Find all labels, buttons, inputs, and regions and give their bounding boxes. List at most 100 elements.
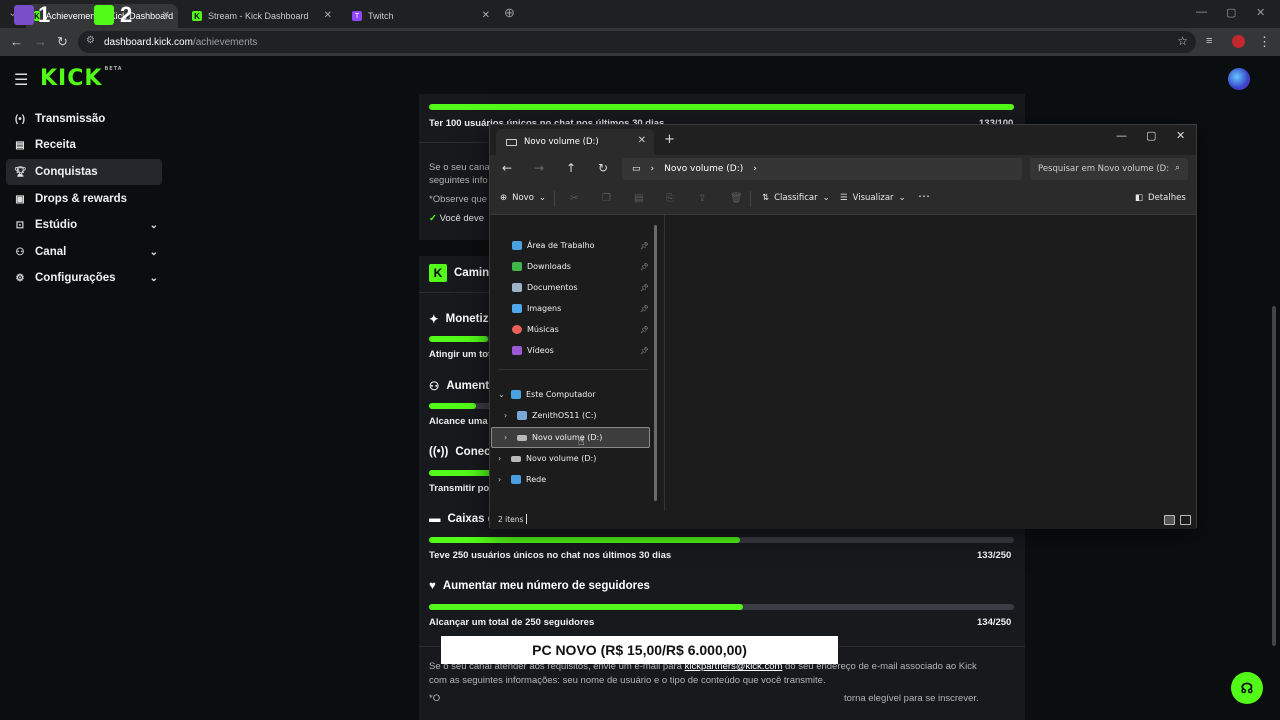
- tab-label: Twitch: [368, 11, 394, 21]
- sidebar-item-estudio[interactable]: ⊡ Estúdio ⌄: [6, 212, 162, 238]
- chevron-right-icon: ›: [498, 475, 502, 484]
- tree-item-drive-d[interactable]: › Novo volume (D:): [498, 454, 596, 463]
- heart-icon: ♥: [429, 580, 436, 592]
- quick-access-item[interactable]: Músicas 📌︎: [512, 325, 649, 334]
- kick-favicon-icon: K: [192, 11, 202, 21]
- tree-item-network[interactable]: › Rede: [498, 475, 546, 484]
- maximize-icon[interactable]: ▢: [1146, 129, 1156, 142]
- bookmark-star-icon[interactable]: ☆: [1177, 34, 1188, 48]
- section-title: ▬ Caixas d: [429, 513, 495, 525]
- progress-label: Teve 250 usuários únicos no chat nos últ…: [429, 550, 672, 561]
- tab-close-icon[interactable]: ✕: [638, 135, 646, 146]
- close-icon[interactable]: ✕: [1256, 6, 1265, 19]
- tab-twitch[interactable]: T Twitch ✕: [344, 4, 498, 28]
- sidebar-item-label: Configurações: [35, 272, 116, 284]
- forward-icon[interactable]: →: [534, 161, 544, 175]
- tree-item-drive-c[interactable]: › ZenithOS11 (C:): [504, 411, 597, 420]
- donation-goal-banner: PC NOVO (R$ 15,00/R$ 6.000,00): [441, 636, 838, 664]
- breadcrumb-item[interactable]: Novo volume (D:): [664, 164, 743, 174]
- tree-item-this-pc[interactable]: ⌄ Este Computador: [498, 390, 596, 399]
- back-icon[interactable]: ←: [502, 161, 512, 175]
- details-view-icon[interactable]: [1164, 515, 1175, 525]
- check-icon: ✓: [429, 213, 437, 224]
- chevron-down-icon: ⌄: [149, 219, 158, 231]
- refresh-icon[interactable]: ↻: [598, 161, 608, 175]
- tab-stream[interactable]: K Stream - Kick Dashboard ✕: [184, 4, 340, 28]
- sort-button[interactable]: ⇅ Classificar ⌄: [762, 193, 830, 203]
- minimize-icon[interactable]: —: [1116, 129, 1127, 142]
- divider: [498, 369, 648, 370]
- footer-text: com as seguintes informações: seu nome d…: [429, 675, 826, 686]
- breadcrumb[interactable]: ▭ › Novo volume (D:) ›: [622, 158, 1022, 180]
- sidebar-item-label: Canal: [35, 246, 67, 258]
- delete-icon[interactable]: 🗑︎: [730, 193, 743, 204]
- tab-close-icon[interactable]: ✕: [324, 10, 332, 21]
- tab-close-icon[interactable]: ✕: [482, 10, 490, 21]
- pin-icon: 📌︎: [640, 304, 649, 313]
- explorer-toolbar: ⊕ Novo ⌄ ✂ ❐ ▤ ⎘ ⇪ 🗑︎ ⇅ Classificar ⌄ ☰ Visua…: [490, 183, 1196, 215]
- sidebar-item-label: Receita: [35, 139, 76, 151]
- new-tab-icon[interactable]: +: [664, 132, 675, 147]
- sidebar-item-transmissao[interactable]: (•) Transmissão: [6, 106, 162, 132]
- sidebar-item-conquistas[interactable]: 🏆︎ Conquistas: [6, 159, 162, 185]
- sidebar-item-drops[interactable]: ▣ Drops & rewards: [6, 186, 162, 212]
- path-title: K Camin: [429, 264, 489, 282]
- kick-logo[interactable]: KICK BETA: [40, 66, 123, 91]
- support-chat-button[interactable]: ☊: [1231, 672, 1263, 704]
- media-control-icon[interactable]: ≡: [1206, 35, 1212, 47]
- pin-icon: 📌︎: [640, 325, 649, 334]
- back-icon[interactable]: ←: [10, 34, 23, 49]
- quick-access-item[interactable]: Downloads 📌︎: [512, 262, 649, 271]
- cut-icon[interactable]: ✂: [570, 193, 578, 204]
- footer-text: *O: [429, 693, 441, 704]
- file-explorer-window: Novo volume (D:) ✕ + — ▢ ✕ ← → ↑ ↻ ▭ › N…: [489, 124, 1197, 529]
- tab-label: Stream - Kick Dashboard: [208, 11, 309, 21]
- chevron-right-icon: ›: [498, 454, 502, 463]
- rename-icon[interactable]: ⎘: [666, 193, 674, 204]
- sidebar-item-label: Conquistas: [35, 166, 98, 178]
- chevron-right-icon: ›: [504, 411, 508, 420]
- more-options-icon[interactable]: ⋯: [918, 189, 930, 203]
- drive-icon: [506, 138, 517, 146]
- view-button[interactable]: ☰ Visualizar ⌄: [840, 193, 906, 203]
- profile-icon[interactable]: [1232, 35, 1245, 48]
- tiles-view-icon[interactable]: [1180, 515, 1191, 525]
- tab-close-icon[interactable]: ✕: [162, 10, 170, 21]
- paste-icon[interactable]: ▤: [634, 193, 643, 204]
- quick-access-item[interactable]: Área de Trabalho 📌︎: [512, 241, 649, 250]
- user-avatar[interactable]: [1228, 68, 1250, 90]
- sidebar-item-canal[interactable]: ⚇ Canal ⌄: [6, 239, 162, 265]
- tree-item-drive-d-sub[interactable]: › Novo volume (D:): [504, 433, 602, 442]
- copy-icon[interactable]: ❐: [602, 193, 611, 204]
- divider: [554, 191, 555, 207]
- navigation-pane-scrollbar[interactable]: [654, 225, 657, 501]
- sidebar-item-receita[interactable]: ▤ Receita: [6, 132, 162, 158]
- tab-label: Novo volume (D:): [524, 137, 599, 147]
- maximize-icon[interactable]: ▢: [1226, 6, 1236, 19]
- close-icon[interactable]: ✕: [1176, 129, 1185, 142]
- up-icon[interactable]: ↑: [566, 161, 576, 175]
- chevron-down-icon: ⌄: [538, 193, 547, 203]
- new-button[interactable]: ⊕ Novo ⌄: [500, 193, 546, 203]
- channel-icon: ⚇: [15, 246, 25, 258]
- new-tab-icon[interactable]: ⊕: [504, 5, 515, 21]
- hamburger-menu-icon[interactable]: ☰: [14, 70, 28, 90]
- reload-icon[interactable]: ↻: [57, 34, 68, 50]
- explorer-tab[interactable]: Novo volume (D:) ✕: [496, 129, 654, 155]
- minimize-icon[interactable]: —: [1196, 6, 1207, 18]
- quick-access-item[interactable]: Vídeos 📌︎: [512, 346, 649, 355]
- note-text: Se o seu canal: [429, 162, 492, 173]
- forward-icon[interactable]: →: [34, 34, 47, 49]
- progress-bar: [429, 104, 1014, 110]
- details-button[interactable]: ◧ Detalhes: [1135, 193, 1186, 203]
- share-icon[interactable]: ⇪: [698, 193, 706, 204]
- pane-splitter[interactable]: [664, 215, 665, 513]
- search-input[interactable]: Pesquisar em Novo volume (D: ⌕: [1030, 158, 1188, 180]
- page-scrollbar[interactable]: [1272, 306, 1276, 646]
- quick-access-item[interactable]: Documentos 📌︎: [512, 283, 649, 292]
- menu-icon[interactable]: ⋮: [1258, 34, 1271, 50]
- url-input[interactable]: ⚙ dashboard.kick.com/achievements ☆: [78, 31, 1196, 53]
- quick-access-item[interactable]: Imagens 📌︎: [512, 304, 649, 313]
- site-info-icon[interactable]: ⚙: [86, 35, 95, 46]
- sidebar-item-configuracoes[interactable]: ⚙ Configurações ⌄: [6, 265, 162, 291]
